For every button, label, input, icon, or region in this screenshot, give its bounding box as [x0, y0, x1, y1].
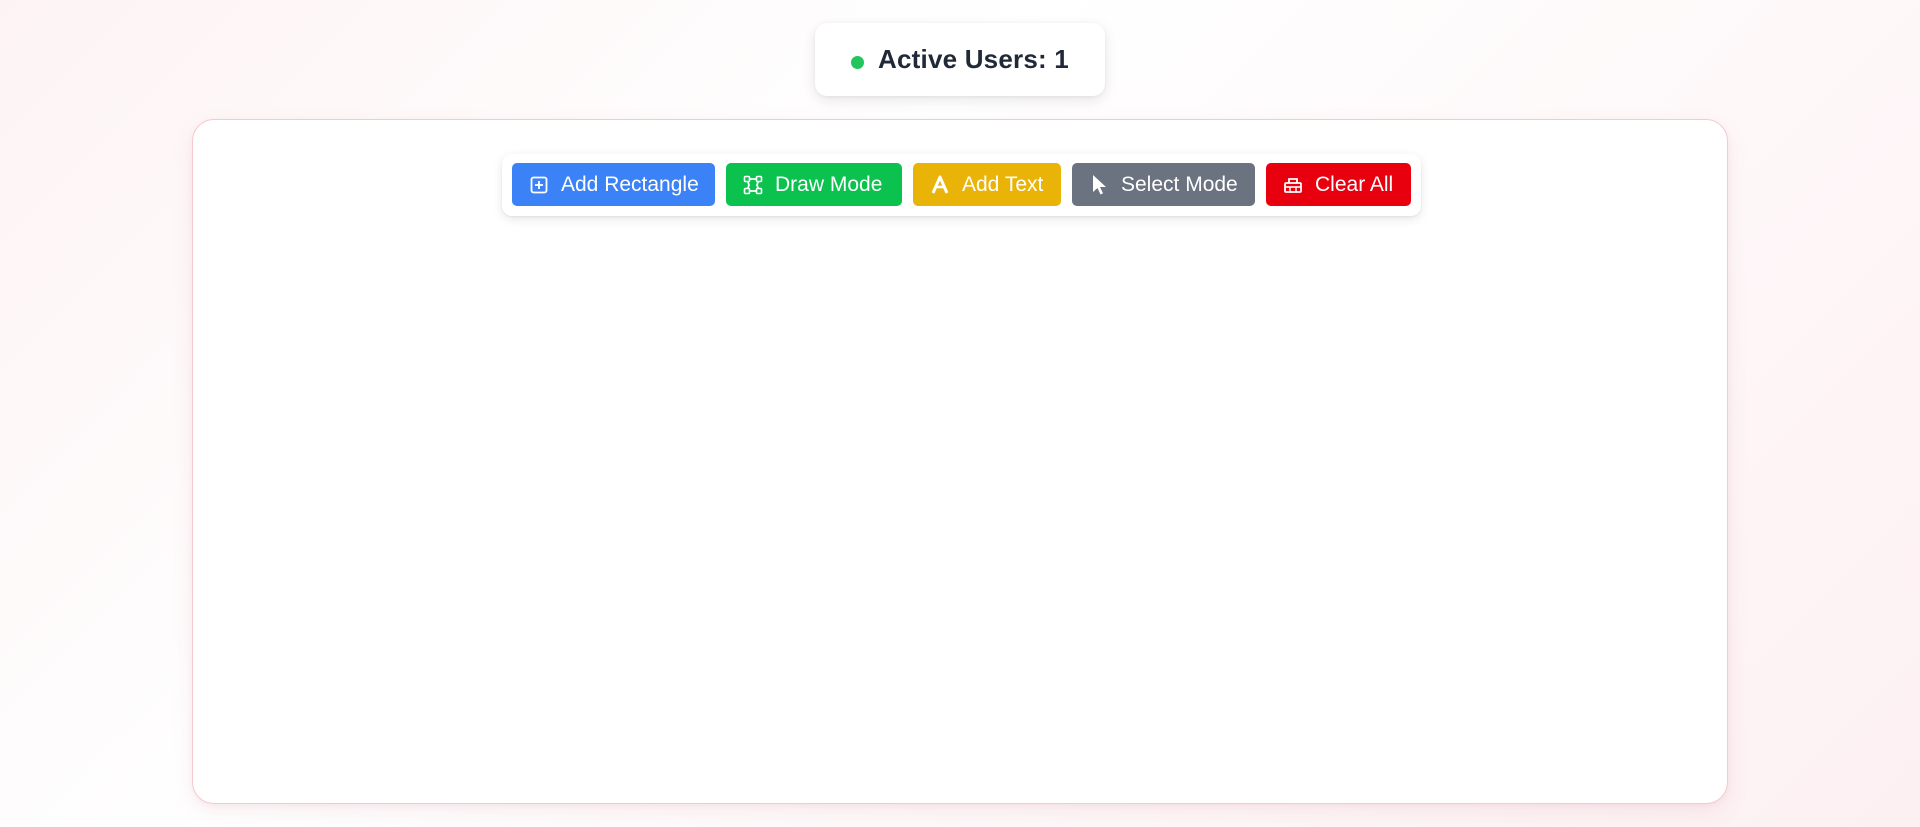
active-users-indicator: Active Users: 1: [815, 23, 1105, 96]
eraser-icon: [1282, 174, 1304, 196]
online-status-dot: [851, 55, 865, 69]
drawing-canvas[interactable]: [192, 119, 1728, 804]
add-rectangle-button[interactable]: Add Rectangle: [512, 163, 715, 206]
plus-square-icon: [528, 174, 550, 196]
draw-mode-button[interactable]: Draw Mode: [726, 163, 902, 206]
select-mode-label: Select Mode: [1121, 172, 1238, 196]
draw-mode-label: Draw Mode: [775, 172, 883, 196]
mouse-pointer-icon: [1088, 174, 1110, 196]
font-icon: [929, 174, 951, 196]
vector-shape-icon: [742, 174, 764, 196]
add-text-button[interactable]: Add Text: [913, 163, 1061, 206]
add-text-label: Add Text: [962, 172, 1044, 196]
active-users-label: Active Users: 1: [878, 44, 1069, 74]
select-mode-button[interactable]: Select Mode: [1072, 163, 1255, 206]
clear-all-button[interactable]: Clear All: [1266, 163, 1411, 206]
clear-all-label: Clear All: [1315, 172, 1394, 196]
toolbar: Add Rectangle Draw Mode Add Text Select …: [502, 154, 1421, 216]
add-rectangle-label: Add Rectangle: [561, 172, 699, 196]
